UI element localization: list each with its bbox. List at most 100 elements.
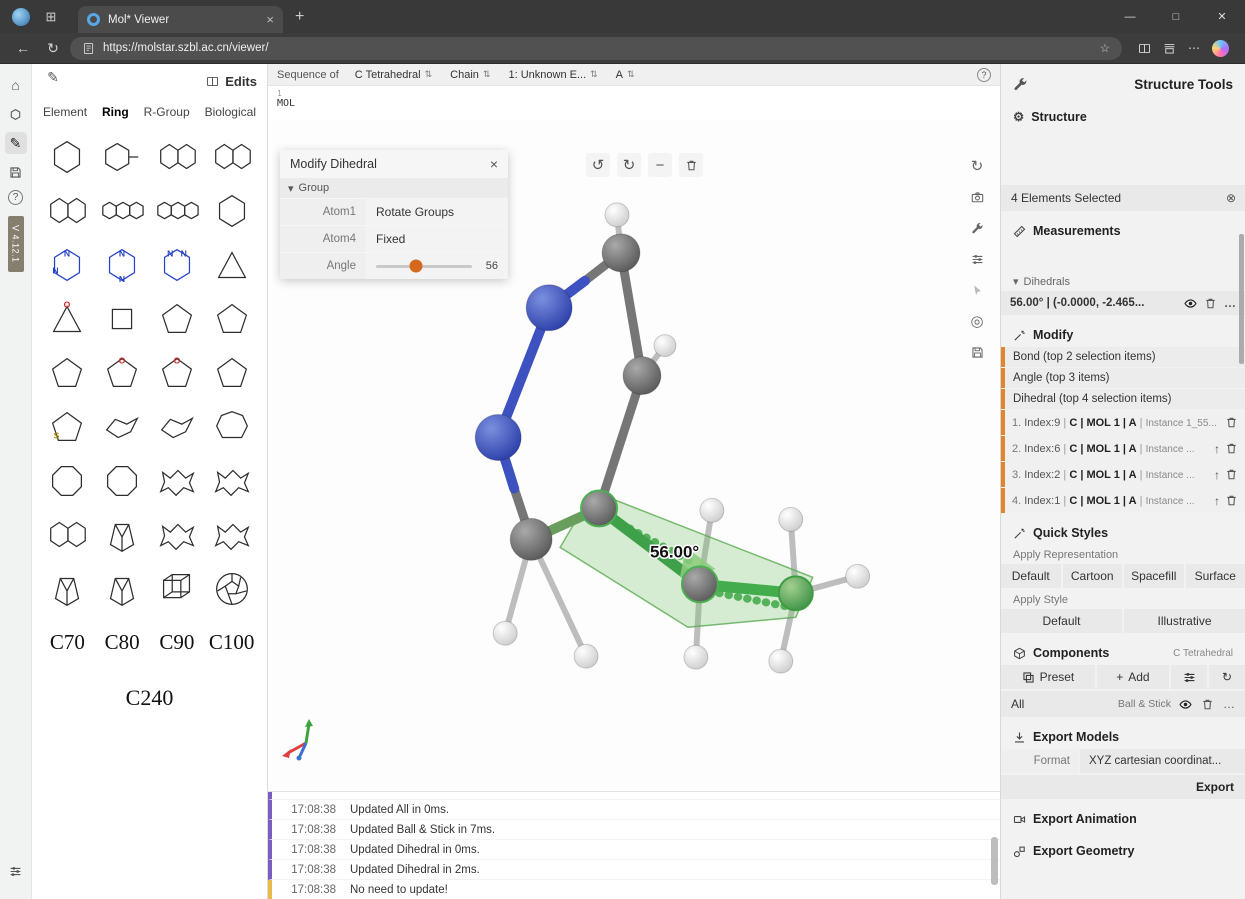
back-button[interactable]: ← xyxy=(10,40,36,56)
ring-pyridazine[interactable]: NN xyxy=(150,238,205,291)
add-component-button[interactable]: + Add xyxy=(1097,665,1169,689)
ring-pentalene[interactable] xyxy=(40,508,95,561)
ring-cycloundecane[interactable] xyxy=(150,508,205,561)
ring-thiophene[interactable]: S xyxy=(40,400,95,453)
help-icon[interactable]: ? xyxy=(8,190,23,205)
controls-toggle-icon[interactable] xyxy=(966,217,988,239)
log-scrollbar[interactable] xyxy=(991,837,998,885)
move-up-icon[interactable]: ↑ xyxy=(1214,442,1220,456)
atom1-select[interactable]: Rotate Groups xyxy=(366,199,508,225)
ring-pyrazine[interactable]: NN xyxy=(95,238,150,291)
component-options-button[interactable] xyxy=(1171,665,1207,689)
style-illustrative[interactable]: Illustrative xyxy=(1124,609,1245,633)
ring-cyclopentane[interactable] xyxy=(150,292,205,345)
ring-cyclononane[interactable] xyxy=(150,454,205,507)
slider-knob[interactable] xyxy=(410,260,423,273)
fullerene-c70[interactable]: C70 xyxy=(40,616,95,669)
representation-spacefill[interactable]: Spacefill xyxy=(1124,564,1184,588)
sequence-select-0[interactable]: C Tetrahedral⇅ xyxy=(355,69,432,81)
history-icon[interactable]: ↺ xyxy=(586,153,610,177)
export-button[interactable]: Export xyxy=(1001,775,1245,799)
delete-icon[interactable] xyxy=(1201,698,1214,711)
tab-ring[interactable]: Ring xyxy=(99,103,132,121)
selection-mode-icon[interactable] xyxy=(966,279,988,301)
ring-cyclodecane[interactable] xyxy=(204,454,259,507)
angle-slider[interactable] xyxy=(376,265,472,268)
ring-phenanthrene[interactable] xyxy=(95,184,150,237)
address-field[interactable]: https://molstar.szbl.ac.cn/viewer/ ☆ xyxy=(70,37,1122,60)
component-refresh-button[interactable]: ↻ xyxy=(1209,665,1245,689)
ring-furan[interactable]: O xyxy=(95,346,150,399)
profile-avatar[interactable] xyxy=(12,8,30,26)
fullerene-c240[interactable]: C240 xyxy=(32,685,267,711)
ring-naphthalene[interactable] xyxy=(150,130,205,183)
strip-settings-icon[interactable] xyxy=(5,860,27,882)
new-tab-button[interactable]: + xyxy=(295,8,304,26)
atom4-select[interactable]: Fixed xyxy=(366,226,508,252)
ring-pyrimidine[interactable]: NN xyxy=(40,238,95,291)
site-info-icon[interactable] xyxy=(82,42,95,55)
fullerene-c80[interactable]: C80 xyxy=(95,616,150,669)
style-default[interactable]: Default xyxy=(1001,609,1122,633)
representation-default[interactable]: Default xyxy=(1001,564,1061,588)
minimize-icon[interactable]: − xyxy=(648,153,672,177)
ring-cyclopropane[interactable] xyxy=(204,238,259,291)
selection-row[interactable]: 4 Elements Selected ⊗ xyxy=(1001,185,1245,211)
ring-cubane[interactable] xyxy=(150,562,205,615)
sequence-select-3[interactable]: A⇅ xyxy=(616,69,635,81)
tab-rgroup[interactable]: R-Group xyxy=(141,103,193,121)
angle-value[interactable]: 56 xyxy=(486,260,508,272)
visibility-icon[interactable] xyxy=(1184,297,1197,310)
focus-mode-icon[interactable]: ◎ xyxy=(966,310,988,332)
deselect-icon[interactable]: ⊗ xyxy=(1226,191,1236,205)
ring-oxirane[interactable]: O xyxy=(40,292,95,345)
format-select[interactable]: XYZ cartesian coordinat... xyxy=(1080,749,1245,773)
modify-option-2[interactable]: Dihedral (top 4 selection items) xyxy=(1001,389,1245,409)
representation-cartoon[interactable]: Cartoon xyxy=(1063,564,1123,588)
component-representation-tag[interactable]: Ball & Stick xyxy=(1118,698,1171,710)
ring-benzene[interactable] xyxy=(40,130,95,183)
dihedrals-group[interactable]: ▾ Dihedrals xyxy=(1001,271,1245,291)
move-up-icon[interactable]: ↑ xyxy=(1214,468,1220,482)
panel-scrollbar[interactable] xyxy=(1239,234,1244,364)
copilot-icon[interactable] xyxy=(1212,40,1229,57)
sequence-select-2[interactable]: 1: Unknown E...⇅ xyxy=(508,69,597,81)
save-icon[interactable] xyxy=(5,161,27,183)
ring-cyclooctatetraene[interactable] xyxy=(40,454,95,507)
browser-tab[interactable]: Mol* Viewer × xyxy=(78,6,283,33)
residue-name[interactable]: MOL xyxy=(277,98,1000,109)
sequence-select-1[interactable]: Chain⇅ xyxy=(450,69,490,81)
ring-cyclooctane[interactable] xyxy=(95,454,150,507)
dialog-close-icon[interactable]: × xyxy=(490,156,498,172)
ring-pyrroline[interactable] xyxy=(204,346,259,399)
ring-toluene[interactable] xyxy=(95,130,150,183)
sequence-help-icon[interactable]: ? xyxy=(977,68,991,82)
tab-close-icon[interactable]: × xyxy=(266,12,274,27)
ring-indane[interactable] xyxy=(40,184,95,237)
ring-cycloheptane[interactable] xyxy=(204,400,259,453)
component-all-row[interactable]: All Ball & Stick … xyxy=(1001,691,1245,717)
modify-option-0[interactable]: Bond (top 2 selection items) xyxy=(1001,347,1245,367)
export-geometry-header-row[interactable]: Export Geometry xyxy=(1001,839,1245,863)
move-up-icon[interactable]: ↑ xyxy=(1214,494,1220,508)
reset-icon[interactable]: ↻ xyxy=(617,153,641,177)
tools-icon[interactable] xyxy=(1013,77,1028,92)
representation-surface[interactable]: Surface xyxy=(1186,564,1245,588)
more-options-icon[interactable]: … xyxy=(1224,296,1236,310)
viewport-settings-icon[interactable] xyxy=(966,248,988,270)
delete-icon[interactable] xyxy=(1204,297,1217,310)
maximize-button[interactable]: □ xyxy=(1153,0,1199,33)
close-button[interactable]: ✕ xyxy=(1199,0,1245,33)
ring-fullerene-c60[interactable] xyxy=(204,562,259,615)
preset-button[interactable]: Preset xyxy=(1001,665,1095,689)
delete-icon[interactable] xyxy=(1225,468,1238,481)
ring-cyclohexane-twist[interactable] xyxy=(150,400,205,453)
ring-cyclopentene[interactable] xyxy=(204,292,259,345)
more-options-icon[interactable]: … xyxy=(1223,697,1235,711)
group-section-header[interactable]: ▾ Group xyxy=(280,178,508,198)
export-animation-header-row[interactable]: Export Animation xyxy=(1001,807,1245,831)
ring-norbornane[interactable] xyxy=(40,562,95,615)
split-screen-icon[interactable] xyxy=(1138,42,1151,55)
delete-icon[interactable] xyxy=(1225,494,1238,507)
save-state-icon[interactable] xyxy=(966,341,988,363)
